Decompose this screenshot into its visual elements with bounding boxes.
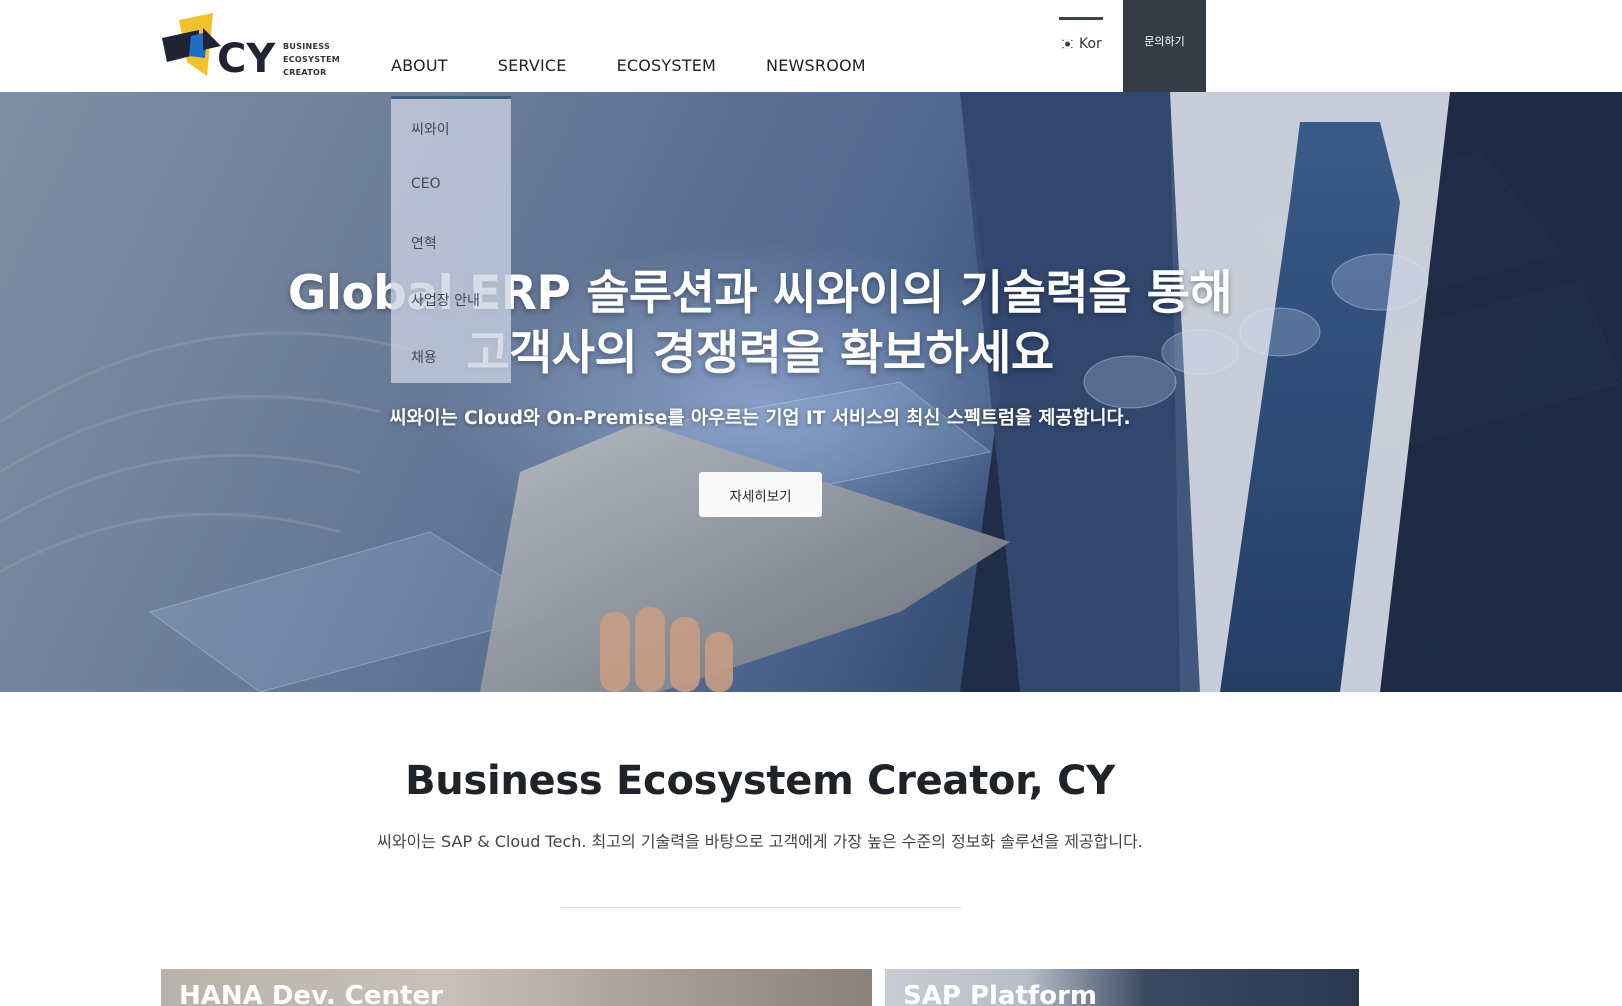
nav-ecosystem[interactable]: ECOSYSTEM — [617, 56, 716, 80]
nav-about[interactable]: ABOUT — [391, 56, 448, 80]
dropdown-item-ceo[interactable]: CEO — [411, 176, 441, 192]
contact-button[interactable]: 문의하기 — [1123, 0, 1206, 92]
about-dropdown-menu: 씨와이 CEO 연혁 사업장 안내 채용 — [391, 96, 511, 383]
card-title: HANA Dev. Center — [179, 981, 443, 1006]
logo-wordmark: BUSINESS ECOSYSTEM CREATOR — [283, 40, 340, 79]
intro-text: 씨와이는 SAP & Cloud Tech. 최고의 기술력을 바탕으로 고객에… — [377, 832, 1143, 851]
card-sap-platform[interactable]: SAP Platform — [885, 969, 1359, 1006]
dropdown-item-locations[interactable]: 사업장 안내 — [411, 290, 480, 310]
hero-banner: Global ERP 솔루션과 씨와이의 기술력을 통해 고객사의 경쟁력을 확… — [0, 92, 1622, 692]
section-divider — [561, 907, 961, 908]
language-selector[interactable]: Kor — [1059, 17, 1103, 92]
dropdown-item-careers[interactable]: 채용 — [411, 347, 437, 367]
site-header: CY BUSINESS ECOSYSTEM CREATOR ABOUT SERV… — [0, 0, 1622, 92]
svg-text:CY: CY — [217, 36, 276, 80]
logo-line: CREATOR — [283, 68, 327, 77]
nav-newsroom[interactable]: NEWSROOM — [766, 56, 866, 80]
dropdown-item-cy[interactable]: 씨와이 — [411, 119, 450, 139]
korea-flag-icon — [1061, 39, 1074, 49]
card-title: SAP Platform — [903, 981, 1097, 1006]
main-nav: ABOUT SERVICE ECOSYSTEM NEWSROOM — [391, 56, 916, 80]
card-hana-dev-center[interactable]: HANA Dev. Center — [161, 969, 872, 1006]
dropdown-item-history[interactable]: 연혁 — [411, 233, 437, 253]
hero-subtitle: 씨와이는 Cloud와 On-Premise를 아우르는 기업 IT 서비스의 … — [389, 408, 1131, 429]
logo-line: ECOSYSTEM — [283, 55, 341, 64]
hero-title-line2: 고객사의 경쟁력을 확보하세요 — [466, 326, 1054, 381]
language-label: Kor — [1079, 36, 1102, 52]
intro-title: Business Ecosystem Creator, CY — [405, 758, 1115, 804]
hero-title: Global ERP 솔루션과 씨와이의 기술력을 통해 고객사의 경쟁력을 확… — [0, 264, 1520, 384]
nav-service[interactable]: SERVICE — [498, 56, 567, 80]
hero-background-image — [0, 92, 1622, 692]
logo-line: BUSINESS — [283, 42, 331, 51]
learn-more-button[interactable]: 자세히보기 — [699, 472, 822, 517]
